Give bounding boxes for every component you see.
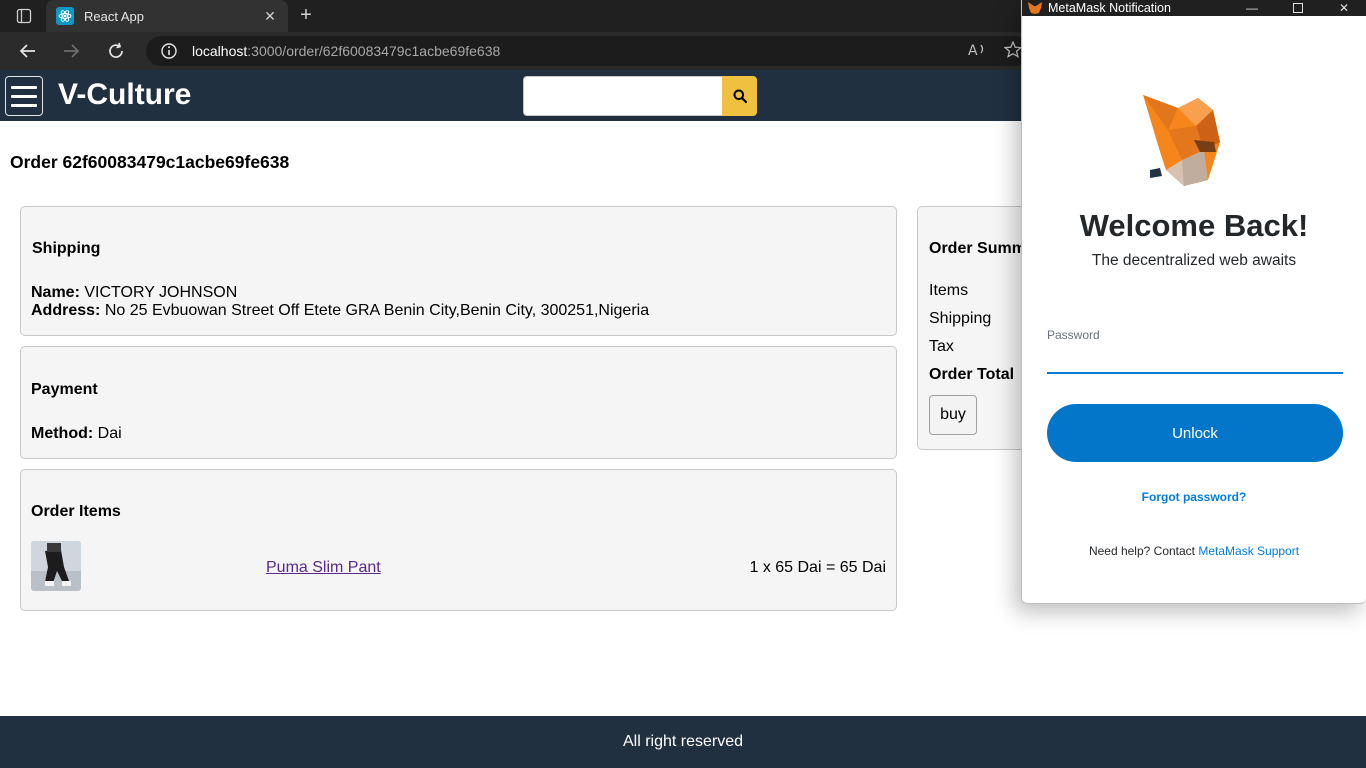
read-aloud-icon[interactable]: A <box>968 41 988 64</box>
password-label: Password <box>1047 328 1100 342</box>
address-bar[interactable]: localhost:3000/order/62f60083479c1acbe69… <box>146 36 1030 66</box>
address-bar-actions: A <box>968 40 1024 64</box>
refresh-icon[interactable] <box>103 39 129 63</box>
method-label: Method: <box>31 425 94 442</box>
item-price-line: 1 x 65 Dai = 65 Dai <box>749 559 886 576</box>
help-text: Need help? Contact MetaMask Support <box>1022 544 1366 558</box>
search-input[interactable] <box>523 76 723 116</box>
new-tab-icon[interactable]: + <box>294 4 318 28</box>
react-logo-icon <box>56 7 74 25</box>
url-path: :3000/order/62f60083479c1acbe69fe638 <box>247 43 501 59</box>
password-field[interactable] <box>1047 346 1343 374</box>
search-icon <box>733 89 747 103</box>
hamburger-menu-button[interactable] <box>5 76 43 116</box>
unlock-button[interactable]: Unlock <box>1047 404 1343 462</box>
help-prefix: Need help? Contact <box>1088 544 1199 558</box>
metamask-window-title: MetaMask Notification <box>1048 1 1171 15</box>
buy-button[interactable]: buy <box>929 395 977 435</box>
site-info-icon[interactable] <box>160 42 178 60</box>
metamask-window: MetaMask Notification — ✕ Welcome Back! … <box>1021 0 1366 604</box>
product-thumbnail[interactable] <box>31 541 81 591</box>
metamask-support-link[interactable]: MetaMask Support <box>1198 544 1299 558</box>
metamask-titlebar: MetaMask Notification — ✕ <box>1022 0 1366 16</box>
order-total-label: Order Total <box>929 366 1015 383</box>
name-label: Name: <box>31 284 80 301</box>
shipping-heading: Shipping <box>32 240 101 257</box>
svg-text:A: A <box>968 43 978 59</box>
back-arrow-icon[interactable] <box>15 39 41 63</box>
summary-items-label: Items <box>929 282 969 299</box>
menu-bar <box>11 94 37 98</box>
metamask-fox-icon <box>1028 2 1042 14</box>
shipping-name: VICTORY JOHNSON <box>84 284 238 301</box>
metamask-fox-logo-icon <box>1143 95 1220 186</box>
menu-bar <box>11 103 37 107</box>
address-label: Address: <box>31 302 101 319</box>
order-title: Order 62f60083479c1acbe69fe638 <box>10 152 290 172</box>
payment-card: Payment Method: Dai <box>20 346 897 459</box>
menu-bar <box>11 85 37 89</box>
tab-title: React App <box>84 8 144 24</box>
footer-text: All right reserved <box>622 733 744 750</box>
close-window-icon[interactable]: ✕ <box>1332 0 1356 16</box>
forward-arrow-icon[interactable] <box>58 39 84 63</box>
browser-tab[interactable]: React App ✕ <box>46 0 288 32</box>
welcome-subtitle: The decentralized web awaits <box>1091 252 1297 269</box>
summary-shipping-label: Shipping <box>929 310 992 327</box>
payment-heading: Payment <box>31 381 98 398</box>
shipping-name-line: Name: VICTORY JOHNSON <box>31 284 237 302</box>
payment-method: Dai <box>97 425 122 442</box>
forgot-password-link[interactable]: Forgot password? <box>1022 490 1366 504</box>
minimize-icon[interactable]: — <box>1240 0 1264 16</box>
shipping-card: Shipping Name: VICTORY JOHNSON Address: … <box>20 206 897 336</box>
url-host: localhost <box>192 43 248 59</box>
summary-tax-label: Tax <box>929 338 954 355</box>
shipping-address: No 25 Evbuowan Street Off Etete GRA Beni… <box>104 302 650 319</box>
footer: All right reserved <box>0 716 1366 768</box>
payment-method-line: Method: Dai <box>31 425 122 443</box>
tab-actions-icon[interactable] <box>12 6 36 26</box>
brand-logo-text[interactable]: V-Culture <box>58 78 191 112</box>
maximize-icon[interactable] <box>1286 0 1310 16</box>
order-items-heading: Order Items <box>31 503 121 520</box>
welcome-heading: Welcome Back! <box>1079 208 1309 243</box>
search-button[interactable] <box>722 76 757 116</box>
order-items-card: Order Items Puma Slim Pant 1 x 65 Dai = … <box>20 469 897 611</box>
product-link[interactable]: Puma Slim Pant <box>266 559 381 577</box>
order-summary-heading: Order Summ <box>929 240 1026 257</box>
close-tab-icon[interactable]: ✕ <box>262 8 278 25</box>
shipping-address-line: Address: No 25 Evbuowan Street Off Etete… <box>31 302 649 320</box>
